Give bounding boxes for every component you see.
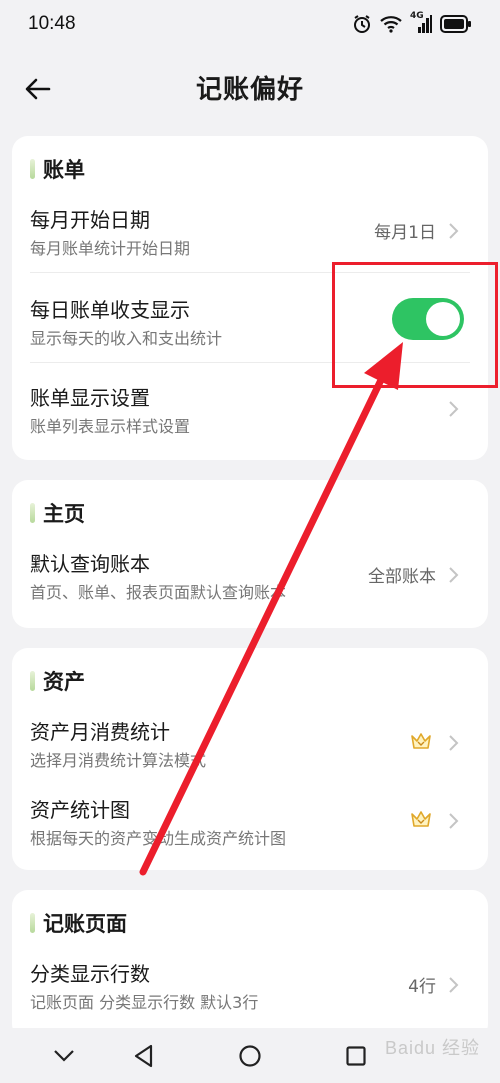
crown-icon bbox=[411, 733, 431, 749]
row-title: 每月开始日期 bbox=[30, 208, 150, 232]
triangle-back-icon bbox=[134, 1044, 153, 1068]
row-title: 默认查询账本 bbox=[30, 552, 150, 576]
row-value: 每月1日 bbox=[374, 223, 436, 243]
nav-home-button[interactable] bbox=[236, 1042, 264, 1070]
row-title: 每日账单收支显示 bbox=[30, 298, 190, 322]
section-marker bbox=[30, 913, 35, 933]
page-title: 记账偏好 bbox=[195, 74, 304, 105]
section-header: 记账页面 bbox=[30, 908, 127, 938]
status-icons: 4G bbox=[352, 11, 472, 34]
nav-back-button[interactable] bbox=[130, 1042, 158, 1070]
watermark: Baidu 经验 bbox=[384, 1038, 480, 1058]
annotation-highlight-box bbox=[332, 262, 498, 388]
section-header: 主页 bbox=[30, 498, 85, 528]
square-recents-icon bbox=[346, 1046, 366, 1066]
status-time: 10:48 bbox=[28, 13, 76, 34]
chevron-right-icon bbox=[449, 813, 459, 829]
section-card-assets: 资产 资产月消费统计 选择月消费统计算法模式 资产统计图 根据每天的资产变动生成… bbox=[12, 648, 488, 870]
row-subtitle: 显示每天的收入和支出统计 bbox=[30, 329, 223, 348]
nav-bar: 记账偏好 bbox=[0, 55, 500, 119]
chevron-right-icon bbox=[449, 567, 459, 583]
alarm-icon bbox=[352, 14, 372, 34]
nav-recents-button[interactable] bbox=[342, 1042, 370, 1070]
nav-collapse-button[interactable] bbox=[50, 1042, 78, 1070]
row-title: 分类显示行数 bbox=[30, 962, 150, 986]
crown-icon bbox=[411, 811, 431, 827]
wifi-icon bbox=[380, 15, 402, 33]
battery-icon bbox=[440, 15, 472, 33]
row-subtitle: 选择月消费统计算法模式 bbox=[30, 751, 207, 770]
back-arrow-icon bbox=[25, 78, 51, 100]
row-subtitle: 根据每天的资产变动生成资产统计图 bbox=[30, 829, 287, 848]
row-asset-chart[interactable]: 资产统计图 根据每天的资产变动生成资产统计图 bbox=[12, 778, 488, 864]
row-subtitle: 账单列表显示样式设置 bbox=[30, 417, 191, 436]
section-title: 资产 bbox=[43, 670, 85, 694]
row-subtitle: 首页、账单、报表页面默认查询账本 bbox=[30, 583, 287, 602]
row-value: 4行 bbox=[408, 977, 436, 997]
signal-icon: 4G bbox=[410, 11, 432, 33]
section-title: 账单 bbox=[43, 158, 85, 182]
section-marker bbox=[30, 159, 35, 179]
row-subtitle: 记账页面 分类显示行数 默认3行 bbox=[30, 993, 259, 1012]
row-default-ledger[interactable]: 默认查询账本 首页、账单、报表页面默认查询账本 全部账本 bbox=[12, 532, 488, 618]
section-header: 账单 bbox=[30, 154, 85, 184]
section-card-home: 主页 默认查询账本 首页、账单、报表页面默认查询账本 全部账本 bbox=[12, 480, 488, 628]
section-marker bbox=[30, 671, 35, 691]
row-title: 账单显示设置 bbox=[30, 386, 150, 410]
row-title: 资产月消费统计 bbox=[30, 720, 170, 744]
section-header: 资产 bbox=[30, 666, 85, 696]
network-type: 4G bbox=[410, 11, 424, 21]
chevron-right-icon bbox=[449, 735, 459, 751]
row-category-rows[interactable]: 分类显示行数 记账页面 分类显示行数 默认3行 4行 bbox=[12, 942, 488, 1028]
chevron-right-icon bbox=[449, 401, 459, 417]
row-asset-monthly-consumption[interactable]: 资产月消费统计 选择月消费统计算法模式 bbox=[12, 700, 488, 786]
section-title: 记账页面 bbox=[43, 912, 127, 936]
section-marker bbox=[30, 503, 35, 523]
chevron-right-icon bbox=[449, 977, 459, 993]
circle-home-icon bbox=[239, 1045, 261, 1067]
status-bar: 10:48 4G bbox=[0, 0, 500, 48]
row-title: 资产统计图 bbox=[30, 798, 130, 822]
row-subtitle: 每月账单统计开始日期 bbox=[30, 239, 191, 258]
section-card-entry-page: 记账页面 分类显示行数 记账页面 分类显示行数 默认3行 4行 bbox=[12, 890, 488, 1040]
chevron-right-icon bbox=[449, 223, 459, 239]
chevron-down-icon bbox=[54, 1050, 74, 1062]
back-button[interactable] bbox=[20, 71, 56, 107]
section-title: 主页 bbox=[43, 502, 85, 526]
row-value: 全部账本 bbox=[368, 567, 436, 587]
